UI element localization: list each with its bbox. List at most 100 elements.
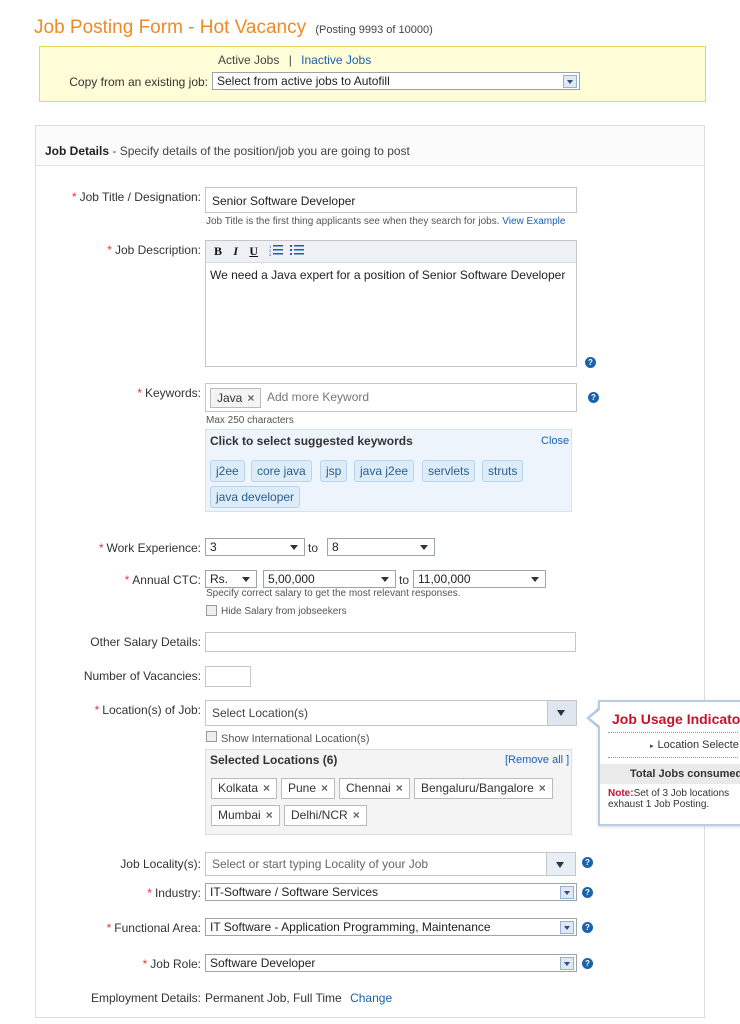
tab-separator: | xyxy=(288,53,292,67)
work-experience-label-text: Work Experience: xyxy=(106,541,201,555)
close-suggestions-link[interactable]: Close xyxy=(541,435,569,447)
international-location-checkbox[interactable] xyxy=(206,731,217,742)
employment-details-value: Permanent Job, Full Time xyxy=(205,991,342,1005)
ctc-to-select[interactable]: 11,00,000 xyxy=(413,570,546,588)
chevron-down-icon xyxy=(560,957,574,970)
keyword-tag: Java × xyxy=(210,388,262,408)
other-salary-input[interactable] xyxy=(205,632,576,652)
keywords-label-text: Keywords: xyxy=(144,386,201,400)
help-icon[interactable]: ? xyxy=(582,857,593,868)
posting-count: (Posting 9993 of 10000) xyxy=(315,24,433,36)
caret-down-icon xyxy=(531,577,539,582)
job-usage-indicator: Job Usage Indicato ▸ Location Selecte Tot… xyxy=(598,700,740,826)
ordered-list-icon[interactable]: 1 2 3 xyxy=(269,244,284,257)
note-text: Set of 3 Job locations xyxy=(633,788,730,799)
keywords-hint: Max 250 characters xyxy=(206,415,294,426)
ctc-to-label: to xyxy=(399,573,410,587)
suggested-keyword[interactable]: java j2ee xyxy=(354,460,415,482)
job-description-label: * Job Description: xyxy=(40,243,201,257)
ctc-to-value: 11,00,000 xyxy=(418,572,471,586)
chevron-down-icon xyxy=(563,75,577,88)
required-marker: * xyxy=(142,957,148,971)
remove-location-icon[interactable]: × xyxy=(396,781,403,795)
functional-area-label-text: Functional Area: xyxy=(114,921,201,935)
international-location-label: Show International Location(s) xyxy=(221,733,370,745)
page-title: Job Posting Form - Hot Vacancy (Posting … xyxy=(34,17,433,39)
job-title-hint-text: Job Title is the first thing applicants … xyxy=(206,216,500,227)
note-text-2: exhaust 1 Job Posting. xyxy=(608,799,710,810)
bold-button[interactable]: B xyxy=(214,244,222,258)
required-marker: * xyxy=(147,886,152,900)
suggested-keyword[interactable]: jsp xyxy=(320,460,348,482)
location-tag: Pune × xyxy=(281,778,336,799)
change-employment-link[interactable]: Change xyxy=(350,991,392,1005)
required-marker: * xyxy=(106,921,112,935)
remove-location-icon[interactable]: × xyxy=(266,808,273,822)
remove-keyword-icon[interactable]: × xyxy=(247,391,254,405)
annual-ctc-label-text: Annual CTC: xyxy=(132,573,201,587)
required-marker: * xyxy=(124,573,130,587)
svg-text:3: 3 xyxy=(269,252,272,256)
job-description-text: We need a Java expert for a position of … xyxy=(210,268,566,282)
industry-select[interactable]: IT-Software / Software Services xyxy=(205,883,577,901)
industry-value: IT-Software / Software Services xyxy=(210,885,379,899)
page-title-text: Job Posting Form - Hot Vacancy xyxy=(34,17,307,38)
keywords-placeholder: Add more Keyword xyxy=(267,390,370,404)
experience-from-select[interactable]: 3 xyxy=(205,538,305,556)
job-title-label-text: Job Title / Designation: xyxy=(79,190,201,204)
job-title-label: * Job Title / Designation: xyxy=(40,190,201,204)
view-example-link[interactable]: View Example xyxy=(502,216,565,227)
job-title-input[interactable]: Senior Software Developer xyxy=(205,187,577,213)
suggested-keyword[interactable]: servlets xyxy=(422,460,476,482)
copy-job-label: Copy from an existing job: xyxy=(69,75,208,89)
suggested-keyword[interactable]: struts xyxy=(482,460,524,482)
suggested-keyword[interactable]: java developer xyxy=(210,486,301,508)
vacancies-input[interactable] xyxy=(205,666,251,687)
underline-button[interactable]: U xyxy=(249,244,258,258)
currency-select[interactable]: Rs. xyxy=(205,570,257,588)
section-subheading: - Specify details of the position/job yo… xyxy=(112,144,410,158)
help-icon[interactable]: ? xyxy=(588,392,599,403)
remove-location-icon[interactable]: × xyxy=(539,781,546,795)
experience-to-label: to xyxy=(308,541,319,555)
job-role-select[interactable]: Software Developer xyxy=(205,954,577,972)
copy-job-select[interactable]: Select from active jobs to Autofill xyxy=(212,72,580,90)
locations-label: * Location(s) of Job: xyxy=(40,703,201,717)
suggested-keyword[interactable]: j2ee xyxy=(210,460,245,482)
italic-button[interactable]: I xyxy=(233,244,238,258)
functional-area-select[interactable]: IT Software - Application Programming, M… xyxy=(205,918,577,936)
employment-details: Permanent Job, Full Time Change xyxy=(205,991,392,1005)
remove-location-icon[interactable]: × xyxy=(353,808,360,822)
bullet-list-icon[interactable] xyxy=(289,244,304,256)
vacancies-label: Number of Vacancies: xyxy=(83,669,201,683)
job-locality-placeholder: Select or start typing Locality of your … xyxy=(212,857,429,871)
suggested-keyword[interactable]: core java xyxy=(251,460,312,482)
job-status-tabs: Active Jobs | Inactive Jobs xyxy=(218,53,371,67)
remove-location-icon[interactable]: × xyxy=(263,781,270,795)
job-locality-input[interactable]: Select or start typing Locality of your … xyxy=(205,852,576,876)
remove-all-locations-link[interactable]: [Remove all ] xyxy=(505,754,569,766)
remove-location-icon[interactable]: × xyxy=(321,781,328,795)
job-description-editor[interactable]: B I U 1 2 3 We need a Java expert for a … xyxy=(205,240,577,367)
help-icon[interactable]: ? xyxy=(585,357,596,368)
tab-inactive-jobs[interactable]: Inactive Jobs xyxy=(301,53,371,67)
hide-salary-checkbox[interactable] xyxy=(206,605,217,616)
locations-select[interactable]: Select Location(s) xyxy=(205,700,577,726)
currency-value: Rs. xyxy=(210,572,228,586)
help-icon[interactable]: ? xyxy=(582,958,593,969)
experience-to-select[interactable]: 8 xyxy=(327,538,435,556)
location-tag-label: Chennai xyxy=(346,781,391,795)
ctc-from-select[interactable]: 5,00,000 xyxy=(263,570,396,588)
other-salary-label: Other Salary Details: xyxy=(90,635,201,649)
work-experience-label: * Work Experience: xyxy=(40,541,201,555)
copy-job-select-value: Select from active jobs to Autofill xyxy=(217,74,390,88)
selected-locations-title: Selected Locations (6) xyxy=(210,753,338,767)
experience-to-value: 8 xyxy=(332,540,339,554)
locations-placeholder: Select Location(s) xyxy=(212,706,309,720)
help-icon[interactable]: ? xyxy=(582,922,593,933)
tab-active-jobs[interactable]: Active Jobs xyxy=(218,53,279,67)
help-icon[interactable]: ? xyxy=(582,887,593,898)
section-heading: Job Details xyxy=(45,144,110,158)
location-tag-label: Mumbai xyxy=(218,808,261,822)
note-prefix: Note: xyxy=(608,788,634,799)
